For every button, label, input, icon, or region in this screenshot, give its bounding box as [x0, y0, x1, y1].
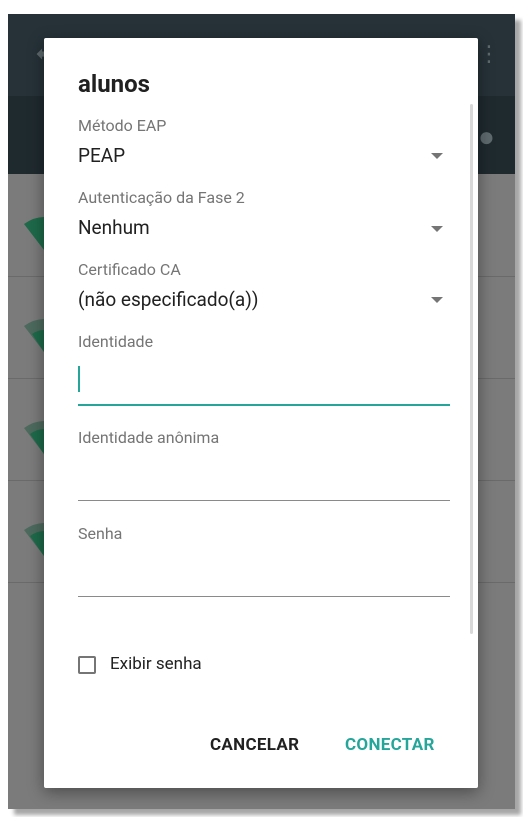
chevron-down-icon[interactable] [431, 153, 443, 159]
connect-button[interactable]: CONECTAR [345, 735, 435, 755]
password-label: Senha [78, 524, 123, 543]
identity-input-underline [78, 404, 450, 406]
password-input[interactable] [78, 552, 450, 594]
identity-input[interactable] [78, 360, 450, 402]
anon-identity-input[interactable] [78, 456, 450, 498]
ca-certificate-label: Certificado CA [78, 260, 181, 279]
eap-method-spinner[interactable]: PEAP [78, 144, 125, 167]
chevron-down-icon[interactable] [431, 226, 443, 232]
more-vert-icon: ⋮ [478, 42, 500, 67]
toggle-icon: ● [478, 120, 495, 153]
dialog-title: alunos [78, 70, 150, 98]
phase2-spinner[interactable]: Nenhum [78, 216, 150, 239]
ca-certificate-spinner[interactable]: (não especificado(a)) [78, 288, 259, 311]
identity-label: Identidade [78, 332, 154, 351]
scrollbar[interactable] [470, 104, 473, 634]
wifi-connect-dialog: alunos Método EAP PEAP Autenticação da F… [44, 38, 478, 788]
cancel-button[interactable]: CANCELAR [210, 735, 299, 755]
show-password-checkbox[interactable] [78, 656, 96, 674]
anon-identity-label: Identidade anônima [78, 428, 220, 447]
show-password-label[interactable]: Exibir senha [110, 654, 202, 674]
anon-identity-input-underline [78, 500, 450, 501]
eap-method-label: Método EAP [78, 116, 167, 135]
phase2-label: Autenticação da Fase 2 [78, 188, 245, 207]
password-input-underline [78, 596, 450, 597]
chevron-down-icon[interactable] [431, 297, 443, 303]
